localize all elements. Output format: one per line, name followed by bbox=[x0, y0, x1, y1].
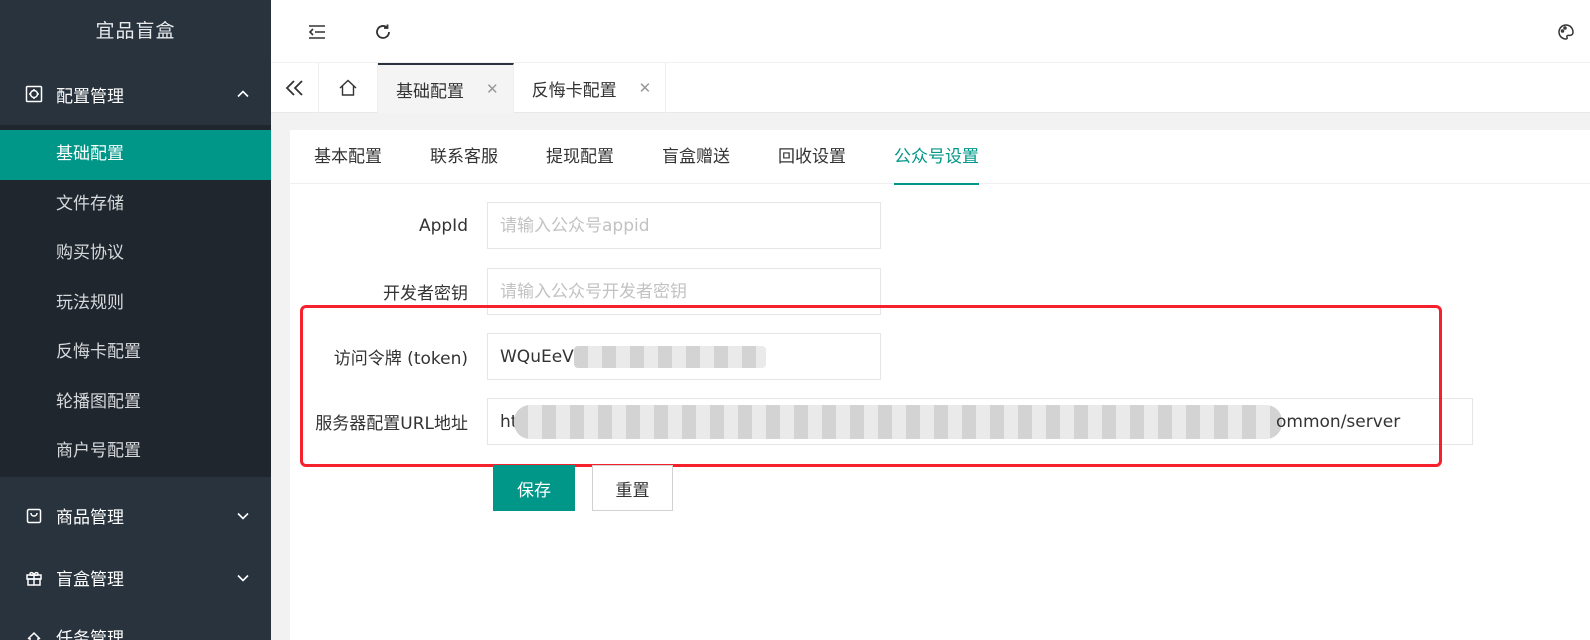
secret-label: 开发者密钥 bbox=[383, 284, 468, 304]
tab-customer-service[interactable]: 联系客服 bbox=[430, 130, 498, 184]
server-url-suffix: ommon/server bbox=[1276, 411, 1401, 432]
bag-icon bbox=[24, 506, 44, 526]
page-tabs-bar: 基础配置 ✕ 反悔卡配置 ✕ bbox=[271, 63, 1590, 113]
secret-input[interactable] bbox=[487, 268, 881, 315]
settings-icon bbox=[24, 84, 44, 104]
form-row-secret: 开发者密钥 bbox=[290, 268, 881, 315]
home-icon bbox=[339, 79, 357, 96]
sidebar-item-purchase-agreement[interactable]: 购买协议 bbox=[0, 229, 271, 279]
config-tabs: 基本配置 联系客服 提现配置 盲盒赠送 回收设置 公众号设置 bbox=[290, 130, 1590, 185]
menu-group-label: 商品管理 bbox=[56, 508, 124, 528]
menu-group-blindbox[interactable]: 盲盒管理 bbox=[0, 547, 271, 609]
form-row-server-url: 服务器配置URL地址 ht ommon/server bbox=[290, 398, 1473, 445]
palette-icon bbox=[1558, 24, 1574, 40]
form-row-token: 访问令牌 (token) WQuEeV bbox=[290, 333, 881, 380]
refresh-button[interactable] bbox=[368, 17, 398, 47]
close-icon[interactable]: ✕ bbox=[486, 80, 499, 98]
close-icon[interactable]: ✕ bbox=[639, 79, 652, 97]
collapse-menu-button[interactable] bbox=[302, 17, 332, 47]
theme-button[interactable] bbox=[1551, 17, 1581, 47]
menu-group-label: 任务管理 bbox=[56, 628, 124, 640]
menu-fold-icon bbox=[308, 25, 325, 39]
tab-recycle[interactable]: 回收设置 bbox=[778, 130, 846, 184]
task-icon bbox=[24, 629, 44, 640]
sidebar-item-carousel[interactable]: 轮播图配置 bbox=[0, 378, 271, 428]
home-tab[interactable] bbox=[319, 63, 378, 113]
chevron-down-icon bbox=[235, 570, 251, 586]
server-url-input[interactable]: ht ommon/server bbox=[487, 398, 1473, 445]
tab-regret-card-config[interactable]: 反悔卡配置 ✕ bbox=[514, 63, 667, 113]
sidebar-item-regret-card[interactable]: 反悔卡配置 bbox=[0, 328, 271, 378]
sidebar-item-play-rules[interactable]: 玩法规则 bbox=[0, 279, 271, 329]
tabs-scroll-left-button[interactable] bbox=[271, 63, 319, 113]
tab-label: 反悔卡配置 bbox=[531, 80, 617, 101]
double-chevron-left-icon bbox=[285, 80, 303, 96]
submenu-config: 基础配置 文件存储 购买协议 玩法规则 反悔卡配置 轮播图配置 商户号配置 bbox=[0, 125, 271, 477]
server-url-label: 服务器配置URL地址 bbox=[315, 414, 468, 434]
chevron-down-icon bbox=[235, 508, 251, 524]
menu-group-label: 配置管理 bbox=[56, 86, 124, 107]
chevron-up-icon bbox=[235, 86, 251, 102]
sidebar-item-merchant[interactable]: 商户号配置 bbox=[0, 427, 271, 477]
token-label: 访问令牌 (token) bbox=[333, 349, 468, 369]
appid-label: AppId bbox=[418, 215, 468, 236]
menu-group-config[interactable]: 配置管理 bbox=[0, 63, 271, 125]
tab-basic[interactable]: 基本配置 bbox=[314, 130, 382, 184]
top-header bbox=[271, 0, 1590, 63]
tab-official-account[interactable]: 公众号设置 bbox=[894, 130, 979, 185]
tab-blindbox-gift[interactable]: 盲盒赠送 bbox=[662, 130, 730, 184]
tab-withdraw[interactable]: 提现配置 bbox=[546, 130, 614, 184]
redacted-url bbox=[514, 405, 1282, 439]
reset-button[interactable]: 重置 bbox=[592, 465, 673, 511]
menu-group-tasks[interactable]: 任务管理 bbox=[0, 609, 271, 640]
tab-basic-config[interactable]: 基础配置 ✕ bbox=[378, 63, 514, 113]
sidebar: 宜品盲盒 配置管理 基础配置 文件存储 购买协议 玩法规则 反悔卡配置 轮播图配… bbox=[0, 0, 271, 640]
gift-icon bbox=[24, 568, 44, 588]
redacted-token bbox=[574, 346, 766, 368]
tab-label: 基础配置 bbox=[396, 81, 464, 102]
token-value: WQuEeV bbox=[500, 346, 574, 367]
sidebar-item-basic-config[interactable]: 基础配置 bbox=[0, 130, 271, 180]
menu-group-label: 盲盒管理 bbox=[56, 570, 124, 590]
sidebar-item-file-storage[interactable]: 文件存储 bbox=[0, 180, 271, 230]
config-card: 基本配置 联系客服 提现配置 盲盒赠送 回收设置 公众号设置 AppId 开发者… bbox=[290, 130, 1590, 640]
app-title: 宜品盲盒 bbox=[95, 20, 176, 42]
save-button[interactable]: 保存 bbox=[493, 465, 575, 511]
refresh-icon bbox=[376, 24, 390, 39]
token-input[interactable]: WQuEeV bbox=[487, 333, 881, 380]
appid-input[interactable] bbox=[487, 202, 881, 249]
form-row-appid: AppId bbox=[290, 202, 881, 249]
menu-group-products[interactable]: 商品管理 bbox=[0, 485, 271, 547]
